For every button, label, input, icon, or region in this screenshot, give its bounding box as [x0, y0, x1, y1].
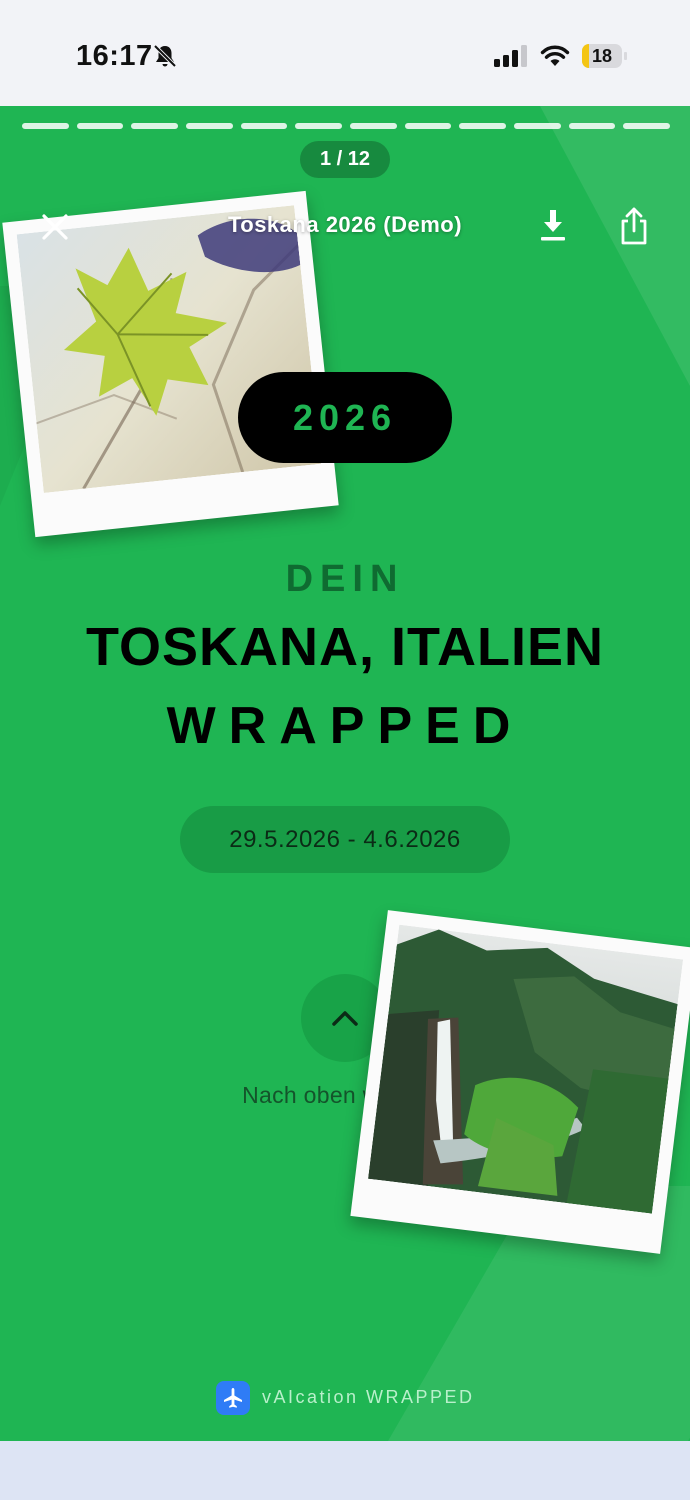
- destination-title: TOSKANA, ITALIEN: [85, 617, 604, 677]
- progress-segment: [76, 123, 124, 129]
- download-icon[interactable]: [536, 206, 570, 244]
- story-card[interactable]: 1 / 12 Toskana 2026 (Demo) 2026 DEIN TOS…: [0, 106, 690, 1441]
- airplane-icon: [216, 1380, 250, 1415]
- waterfall-photo-image: [368, 924, 684, 1214]
- share-icon[interactable]: [617, 205, 651, 247]
- progress-segment: [404, 123, 452, 129]
- year-badge: 2026: [238, 372, 452, 463]
- background-shape: [540, 106, 690, 386]
- story-counter: 1 / 12: [300, 141, 390, 178]
- date-range-pill: 29.5.2026 - 4.6.2026: [180, 806, 510, 873]
- progress-segment: [568, 123, 616, 129]
- dein-label: DEIN: [285, 558, 405, 600]
- progress-segment: [186, 123, 233, 129]
- battery-icon: 18: [582, 44, 628, 68]
- close-icon[interactable]: [38, 210, 72, 244]
- bell-slash-icon: [153, 44, 177, 68]
- bottom-safe-area: [0, 1441, 690, 1500]
- wrapped-title: WRAPPED: [166, 697, 524, 755]
- brand-name: vAIcation WRAPPED: [262, 1387, 475, 1407]
- progress-segment: [623, 123, 671, 129]
- progress-segment: [22, 123, 69, 129]
- polaroid-photo-waterfall: [350, 910, 690, 1254]
- progress-segment: [295, 123, 343, 129]
- progress-segment: [514, 123, 561, 129]
- status-time: 16:17: [76, 40, 153, 72]
- progress-segment: [350, 123, 397, 129]
- brand-footer: vAIcation WRAPPED: [216, 1380, 475, 1415]
- battery-level: 18: [591, 46, 613, 66]
- progress-segment: [240, 123, 288, 129]
- cellular-signal-icon: [494, 45, 527, 67]
- story-progress-bar: [22, 123, 671, 129]
- progress-segment: [459, 123, 507, 129]
- progress-segment: [131, 123, 179, 129]
- wifi-icon: [540, 45, 570, 66]
- story-title: Toskana 2026 (Demo): [227, 212, 463, 237]
- status-bar: 16:17 18: [0, 0, 690, 106]
